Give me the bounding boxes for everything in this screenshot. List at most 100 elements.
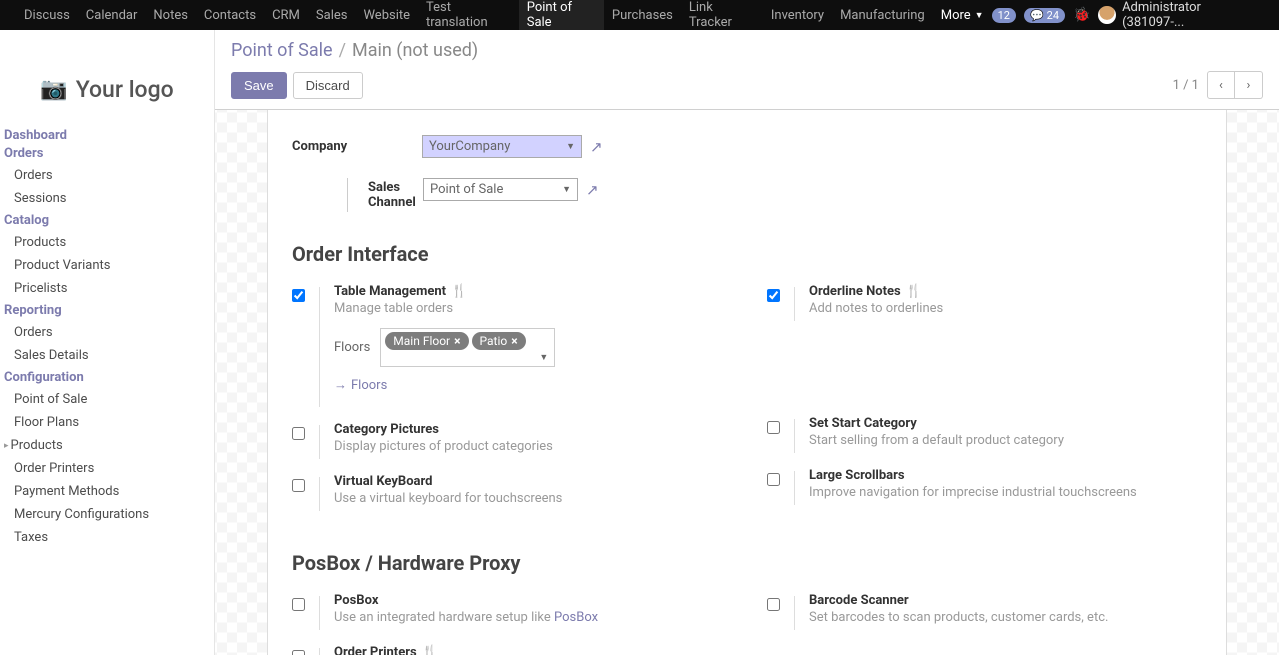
- setting-large-scrollbars: Large Scrollbars Improve navigation for …: [767, 468, 1202, 505]
- setting-posbox: PosBox Use an integrated hardware setup …: [292, 593, 727, 630]
- setting-table-management: Table Management 🍴 Manage table orders F…: [292, 284, 727, 407]
- orderline-notes-label: Orderline Notes: [809, 284, 901, 299]
- nav-more-dropdown[interactable]: More ▼: [933, 8, 992, 23]
- setting-label: Category Pictures: [334, 422, 727, 437]
- nav-inventory[interactable]: Inventory: [763, 0, 832, 30]
- settings-grid-2: PosBox Use an integrated hardware setup …: [292, 593, 1202, 655]
- setting-order-printers: Order Printers 🍴: [292, 645, 727, 655]
- setting-label: Barcode Scanner: [809, 593, 1202, 608]
- pager: 1 / 1 ‹ ›: [1173, 71, 1263, 99]
- nav-sales[interactable]: Sales: [308, 0, 356, 30]
- order-printers-checkbox[interactable]: [292, 650, 305, 655]
- virtual-keyboard-checkbox[interactable]: [292, 479, 305, 492]
- cutlery-icon: 🍴: [451, 284, 467, 299]
- caret-down-icon: ▼: [975, 10, 984, 21]
- nav-crm[interactable]: CRM: [264, 0, 308, 30]
- setting-checkbox-wrap: [292, 425, 320, 459]
- sidebar-header-configuration: Configuration: [0, 367, 214, 388]
- setting-label: Orderline Notes 🍴: [809, 284, 1202, 299]
- save-button[interactable]: Save: [231, 72, 287, 99]
- setting-checkbox-wrap: [767, 596, 795, 630]
- sidebar: 📷 Your logo Dashboard Orders Orders Sess…: [0, 30, 215, 655]
- nav-calendar[interactable]: Calendar: [78, 0, 146, 30]
- setting-desc: Manage table orders: [334, 301, 727, 316]
- sidebar-item-products[interactable]: Products: [0, 231, 214, 254]
- sales-channel-label: Sales Channel: [347, 178, 423, 212]
- tag-main-floor: Main Floor ×: [385, 332, 468, 350]
- top-navbar: Discuss Calendar Notes Contacts CRM Sale…: [0, 0, 1279, 30]
- sidebar-item-product-variants[interactable]: Product Variants: [0, 254, 214, 277]
- company-select[interactable]: YourCompany ▼: [422, 135, 582, 158]
- nav-point-of-sale[interactable]: Point of Sale: [519, 0, 604, 30]
- floors-tags-field[interactable]: Main Floor × Patio × ▼: [380, 328, 555, 367]
- sidebar-item-sales-details[interactable]: Sales Details: [0, 344, 214, 367]
- pager-prev-button[interactable]: ‹: [1207, 71, 1235, 99]
- chat-count: 24: [1047, 9, 1059, 22]
- nav-purchases[interactable]: Purchases: [604, 0, 681, 30]
- sidebar-item-reporting-orders[interactable]: Orders: [0, 321, 214, 344]
- barcode-checkbox[interactable]: [767, 598, 780, 611]
- setting-checkbox-wrap: [292, 596, 320, 630]
- settings-col-left: PosBox Use an integrated hardware setup …: [292, 593, 727, 655]
- large-scrollbars-checkbox[interactable]: [767, 473, 780, 486]
- setting-label: Virtual KeyBoard: [334, 474, 727, 489]
- pager-next-button[interactable]: ›: [1235, 71, 1263, 99]
- nav-discuss[interactable]: Discuss: [16, 0, 78, 30]
- sidebar-item-order-printers[interactable]: Order Printers: [0, 457, 214, 480]
- posbox-checkbox[interactable]: [292, 598, 305, 611]
- sidebar-item-floor-plans[interactable]: Floor Plans: [0, 411, 214, 434]
- setting-checkbox-wrap: [292, 477, 320, 511]
- caret-down-icon: ▼: [562, 184, 571, 195]
- nav-manufacturing[interactable]: Manufacturing: [832, 0, 933, 30]
- table-management-checkbox[interactable]: [292, 289, 305, 302]
- form-row-company: Company YourCompany ▼ ↗: [292, 130, 1202, 163]
- messages-badge[interactable]: 12: [992, 8, 1016, 23]
- caret-down-icon: ▼: [539, 352, 548, 363]
- category-pictures-checkbox[interactable]: [292, 427, 305, 440]
- sidebar-header-dashboard[interactable]: Dashboard: [0, 128, 214, 146]
- breadcrumb-root[interactable]: Point of Sale: [231, 40, 333, 61]
- nav-notes[interactable]: Notes: [145, 0, 196, 30]
- floors-row: Floors Main Floor × Patio ×: [334, 328, 727, 367]
- sales-channel-select[interactable]: Point of Sale ▼: [423, 178, 578, 201]
- sidebar-item-mercury[interactable]: Mercury Configurations: [0, 503, 214, 526]
- nav-link-tracker[interactable]: Link Tracker: [681, 0, 763, 30]
- tag-label: Patio: [480, 334, 508, 348]
- setting-body: Set Start Category Start selling from a …: [809, 416, 1202, 448]
- tag-remove-icon[interactable]: ×: [511, 334, 517, 348]
- sidebar-item-orders[interactable]: Orders: [0, 164, 214, 187]
- start-category-checkbox[interactable]: [767, 421, 780, 434]
- setting-body: Orderline Notes 🍴 Add notes to orderline…: [809, 284, 1202, 316]
- sidebar-item-config-products[interactable]: ▸ Products: [0, 434, 214, 457]
- user-menu[interactable]: Administrator (381097-...: [1098, 0, 1263, 30]
- posbox-link[interactable]: PosBox: [554, 610, 598, 625]
- external-link-icon[interactable]: ↗: [590, 138, 603, 156]
- nav-test-translation[interactable]: Test translation: [418, 0, 519, 30]
- setting-checkbox-wrap: [292, 648, 320, 655]
- nav-more-label: More: [941, 8, 971, 23]
- nav-contacts[interactable]: Contacts: [196, 0, 264, 30]
- sales-channel-field-wrap: Point of Sale ▼ ↗: [423, 178, 599, 201]
- sidebar-item-taxes[interactable]: Taxes: [0, 526, 214, 549]
- logo-text: Your logo: [76, 76, 174, 103]
- setting-body: Table Management 🍴 Manage table orders F…: [334, 284, 727, 393]
- nav-website[interactable]: Website: [355, 0, 418, 30]
- floors-link[interactable]: → Floors: [334, 377, 387, 393]
- form-sheet: Company YourCompany ▼ ↗ Sales Channel Po…: [267, 110, 1227, 655]
- setting-desc: Improve navigation for imprecise industr…: [809, 485, 1202, 500]
- debug-icon[interactable]: 🐞: [1073, 7, 1090, 23]
- sidebar-item-pricelists[interactable]: Pricelists: [0, 277, 214, 300]
- external-link-icon[interactable]: ↗: [586, 181, 599, 199]
- topnav-right: 12 💬24 🐞 Administrator (381097-...: [992, 0, 1263, 30]
- sidebar-item-payment-methods[interactable]: Payment Methods: [0, 480, 214, 503]
- orderline-notes-checkbox[interactable]: [767, 289, 780, 302]
- discard-button[interactable]: Discard: [293, 72, 363, 99]
- tag-remove-icon[interactable]: ×: [454, 334, 460, 348]
- floors-link-label: Floors: [351, 378, 387, 393]
- sidebar-item-sessions[interactable]: Sessions: [0, 187, 214, 210]
- setting-desc: Use a virtual keyboard for touchscreens: [334, 491, 727, 506]
- setting-body: Large Scrollbars Improve navigation for …: [809, 468, 1202, 500]
- setting-category-pictures: Category Pictures Display pictures of pr…: [292, 422, 727, 459]
- chat-badge[interactable]: 💬24: [1024, 8, 1065, 23]
- sidebar-item-pos[interactable]: Point of Sale: [0, 388, 214, 411]
